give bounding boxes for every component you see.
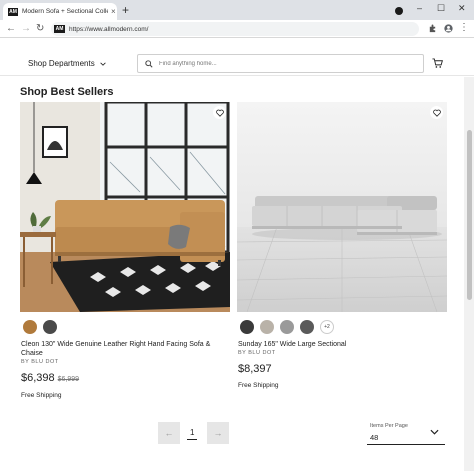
search-icon: [145, 59, 153, 68]
new-tab-button[interactable]: +: [122, 3, 129, 17]
scrollbar-thumb[interactable]: [467, 130, 472, 300]
previous-page-button[interactable]: ←: [158, 422, 180, 444]
product-card[interactable]: +2 Sunday 165" Wide Large Sectional BY B…: [237, 102, 447, 389]
product-card[interactable]: Cleon 130" Wide Genuine Leather Right Ha…: [20, 102, 230, 399]
color-swatch[interactable]: [240, 320, 254, 334]
product-image[interactable]: [237, 102, 447, 312]
tab-title: Modern Sofa + Sectional Collecti: [22, 8, 108, 15]
more-swatches-button[interactable]: +2: [320, 320, 334, 334]
items-per-page-value: 48: [370, 433, 379, 442]
favorite-heart-button[interactable]: [213, 106, 226, 119]
color-swatches: [20, 320, 230, 334]
leather-sofa-image: [20, 102, 230, 312]
search-input[interactable]: [159, 60, 409, 67]
window-close-button[interactable]: ✕: [458, 2, 466, 14]
current-page-number[interactable]: 1: [190, 428, 194, 437]
product-image[interactable]: [20, 102, 230, 312]
items-per-page-label: Items Per Page: [370, 423, 408, 429]
chevron-down-icon: [100, 62, 106, 66]
product-price: $8,397: [238, 363, 272, 375]
site-icon: AM: [54, 25, 65, 33]
address-bar-row: ← → ↻ AM https://www.allmodern.com/ ⋮: [0, 20, 474, 38]
extensions-icon[interactable]: [428, 24, 437, 33]
price-row: $8,397: [237, 363, 447, 375]
product-name[interactable]: Sunday 165" Wide Large Sectional: [237, 340, 447, 349]
shop-departments-button[interactable]: Shop Departments: [28, 59, 106, 68]
color-swatch[interactable]: [43, 320, 57, 334]
forward-button[interactable]: →: [21, 23, 31, 35]
browser-tab-bar: AM Modern Sofa + Sectional Collecti × + …: [0, 0, 474, 20]
browser-tab[interactable]: AM Modern Sofa + Sectional Collecti ×: [3, 3, 117, 20]
product-brand: BY BLU DOT: [238, 350, 276, 356]
favorite-heart-button[interactable]: [430, 106, 443, 119]
url-bar[interactable]: AM https://www.allmodern.com/: [51, 22, 419, 36]
product-brand: BY BLU DOT: [21, 359, 59, 365]
site-header: Shop Departments: [0, 51, 474, 76]
shipping-info: Free Shipping: [21, 392, 62, 399]
items-per-page-select[interactable]: Items Per Page 48: [367, 421, 445, 445]
price-row: $6,398 $6,999: [20, 372, 230, 384]
browser-menu-icon[interactable]: ⋮: [459, 22, 469, 34]
back-button[interactable]: ←: [6, 23, 16, 35]
color-swatch[interactable]: [260, 320, 274, 334]
sectional-sofa-image: [237, 102, 447, 312]
color-swatch[interactable]: [300, 320, 314, 334]
maximize-button[interactable]: ☐: [437, 2, 445, 14]
product-old-price: $6,999: [57, 376, 80, 383]
shipping-info: Free Shipping: [238, 382, 279, 389]
current-page-underline: [187, 439, 197, 440]
color-swatches: +2: [237, 320, 447, 334]
heart-icon: [432, 109, 441, 117]
tab-close-icon[interactable]: ×: [111, 7, 116, 16]
profile-dot-icon[interactable]: [395, 7, 403, 15]
minimize-button[interactable]: –: [417, 2, 422, 14]
site-favicon-icon: AM: [8, 7, 18, 16]
account-icon[interactable]: [444, 24, 453, 33]
shop-departments-label: Shop Departments: [28, 59, 95, 68]
product-name[interactable]: Cleon 130" Wide Genuine Leather Right Ha…: [20, 340, 230, 358]
color-swatch[interactable]: [280, 320, 294, 334]
heart-icon: [215, 109, 224, 117]
url-text: https://www.allmodern.com/: [69, 25, 149, 33]
cart-icon[interactable]: [432, 58, 443, 69]
arrow-left-icon: ←: [164, 428, 174, 438]
product-price: $6,398: [21, 372, 55, 384]
search-box[interactable]: [137, 54, 424, 73]
section-title: Shop Best Sellers: [20, 86, 114, 98]
chevron-down-icon: [430, 429, 439, 435]
next-page-button[interactable]: →: [207, 422, 229, 444]
color-swatch[interactable]: [23, 320, 37, 334]
reload-button[interactable]: ↻: [36, 23, 44, 35]
arrow-right-icon: →: [213, 428, 223, 438]
